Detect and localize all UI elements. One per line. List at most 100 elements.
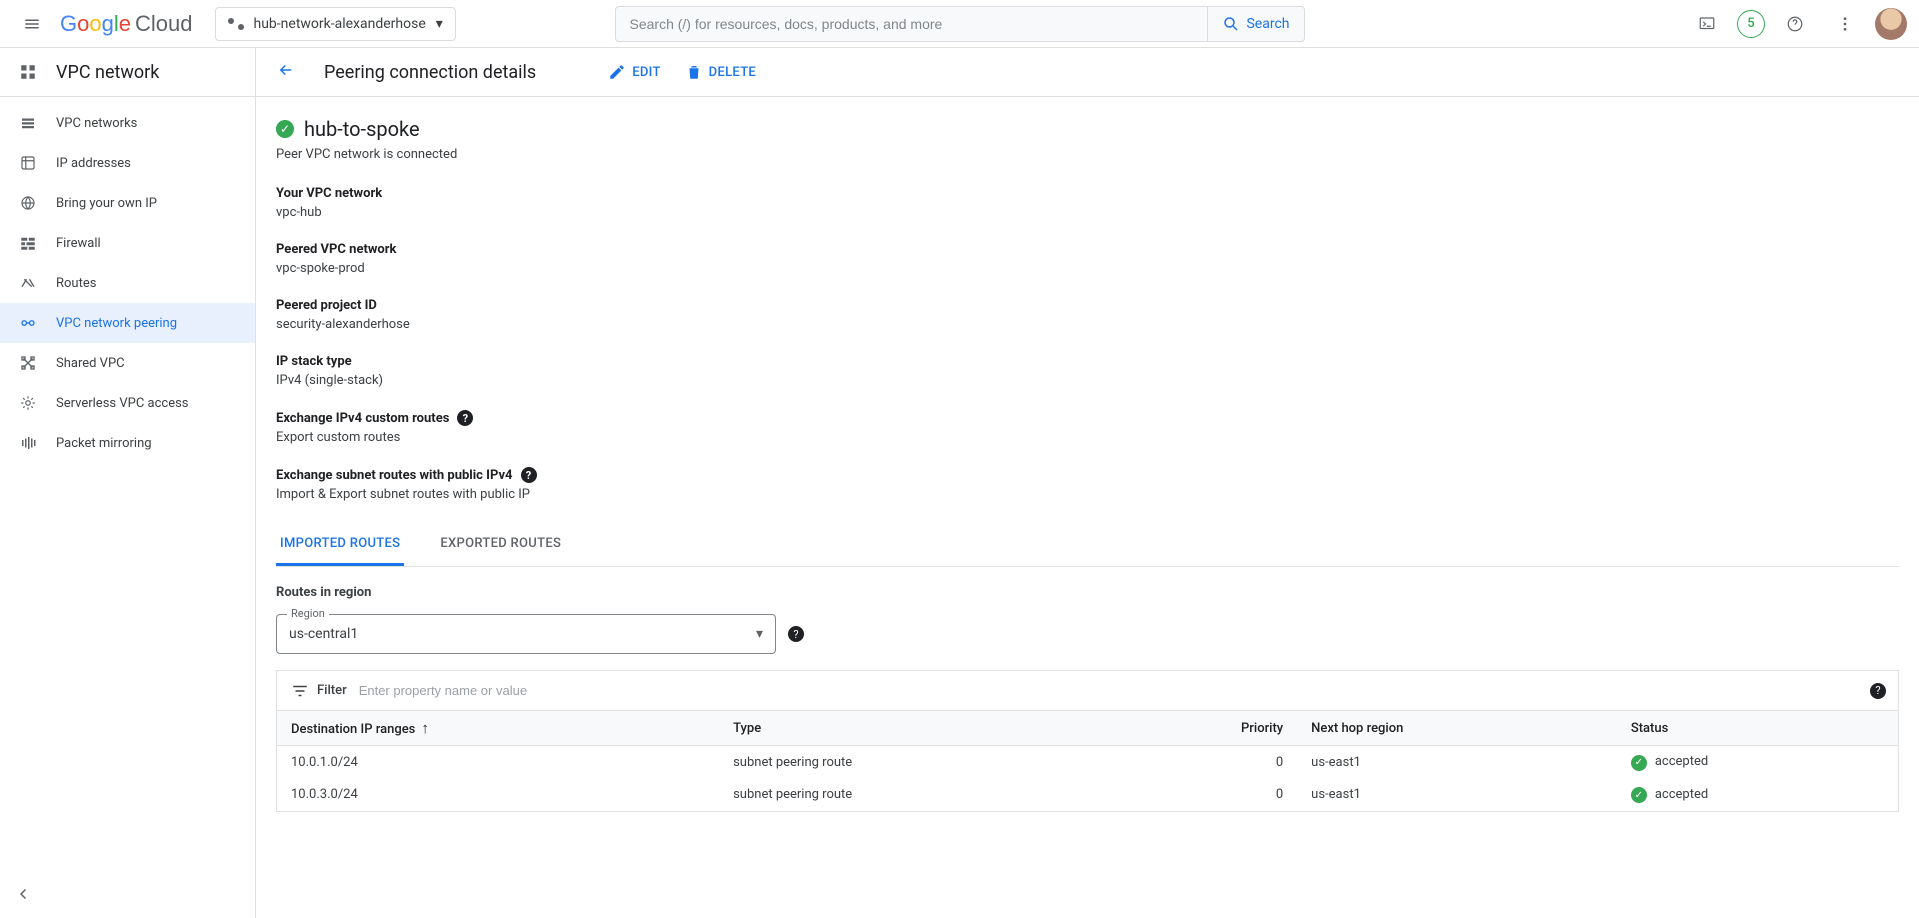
detail-field: Your VPC network vpc-hub bbox=[276, 186, 1899, 220]
filter-label-wrap: Filter bbox=[291, 682, 347, 700]
detail-field: Exchange subnet routes with public IPv4?… bbox=[276, 467, 1899, 502]
routes-table: Destination IP ranges↑TypePriorityNext h… bbox=[276, 710, 1899, 812]
hamburger-icon bbox=[23, 15, 41, 33]
search-button-label: Search bbox=[1246, 16, 1289, 32]
detail-field-value: Export custom routes bbox=[276, 430, 1899, 445]
main-pane: Peering connection details EDIT DELETE ✓… bbox=[256, 48, 1919, 918]
column-header[interactable]: Priority bbox=[1110, 711, 1297, 746]
column-header[interactable]: Type bbox=[719, 711, 1110, 746]
sidebar-item-routes[interactable]: Routes bbox=[0, 263, 255, 303]
cloud-shell-button[interactable] bbox=[1687, 4, 1727, 44]
help-icon[interactable]: ? bbox=[457, 410, 473, 426]
search-button[interactable]: Search bbox=[1207, 6, 1304, 42]
routes-icon bbox=[18, 274, 38, 292]
routes-in-region-heading: Routes in region bbox=[276, 585, 1899, 600]
byoip-icon bbox=[18, 194, 38, 212]
ip-addresses-icon bbox=[18, 154, 38, 172]
filter-help-icon[interactable]: ? bbox=[1870, 683, 1886, 699]
caret-down-icon: ▾ bbox=[756, 626, 763, 642]
left-nav-title: VPC network bbox=[0, 48, 255, 97]
peering-status-text: Peer VPC network is connected bbox=[276, 147, 1899, 162]
sidebar-item-ip-addresses[interactable]: IP addresses bbox=[0, 143, 255, 183]
table-row[interactable]: 10.0.3.0/24 subnet peering route 0 us-ea… bbox=[277, 779, 1899, 812]
sidebar-item-firewall[interactable]: Firewall bbox=[0, 223, 255, 263]
detail-field-value: Import & Export subnet routes with publi… bbox=[276, 487, 1899, 502]
edit-button[interactable]: EDIT bbox=[608, 63, 660, 81]
cell-type: subnet peering route bbox=[719, 746, 1110, 779]
help-icon[interactable]: ? bbox=[521, 467, 537, 483]
sidebar-item-label: Bring your own IP bbox=[56, 196, 157, 211]
page-content: ✓ hub-to-spoke Peer VPC network is conne… bbox=[256, 97, 1919, 852]
cell-type: subnet peering route bbox=[719, 779, 1110, 812]
help-icon bbox=[1786, 15, 1804, 33]
account-avatar[interactable] bbox=[1875, 8, 1907, 40]
filter-bar: Filter ? bbox=[276, 670, 1899, 710]
project-picker[interactable]: hub-network-alexanderhose ▾ bbox=[215, 7, 456, 41]
detail-field: Exchange IPv4 custom routes? Export cust… bbox=[276, 410, 1899, 445]
cell-dest: 10.0.1.0/24 bbox=[277, 746, 720, 779]
edit-icon bbox=[608, 63, 626, 81]
region-help-icon[interactable]: ? bbox=[788, 626, 804, 642]
peering-heading: ✓ hub-to-spoke bbox=[276, 117, 1899, 141]
delete-button[interactable]: DELETE bbox=[685, 63, 756, 81]
sidebar-item-label: VPC networks bbox=[56, 116, 137, 131]
column-header[interactable]: Status bbox=[1617, 711, 1899, 746]
sidebar-item-vpc-networks[interactable]: VPC networks bbox=[0, 103, 255, 143]
page-toolbar: Peering connection details EDIT DELETE bbox=[256, 48, 1919, 97]
serverless-icon bbox=[18, 394, 38, 412]
peering-icon bbox=[18, 314, 38, 332]
detail-field: IP stack type IPv4 (single-stack) bbox=[276, 354, 1899, 388]
more-vert-icon bbox=[1836, 15, 1854, 33]
sidebar-item-label: Firewall bbox=[56, 236, 101, 251]
cell-priority: 0 bbox=[1110, 746, 1297, 779]
cell-next-hop: us-east1 bbox=[1297, 746, 1617, 779]
caret-down-icon: ▾ bbox=[436, 16, 443, 32]
sidebar-item-serverless-vpc-access[interactable]: Serverless VPC access bbox=[0, 383, 255, 423]
detail-field-label: Exchange subnet routes with public IPv4? bbox=[276, 467, 1899, 483]
search-input[interactable] bbox=[615, 6, 1208, 42]
detail-field-label: Exchange IPv4 custom routes? bbox=[276, 410, 1899, 426]
column-header[interactable]: Next hop region bbox=[1297, 711, 1617, 746]
filter-icon bbox=[291, 682, 309, 700]
back-button[interactable] bbox=[272, 60, 300, 84]
cell-status: ✓accepted bbox=[1617, 779, 1899, 812]
cell-dest: 10.0.3.0/24 bbox=[277, 779, 720, 812]
detail-field-value: vpc-spoke-prod bbox=[276, 261, 1899, 276]
sidebar-item-vpc-network-peering[interactable]: VPC network peering bbox=[0, 303, 255, 343]
sidebar-item-packet-mirroring[interactable]: Packet mirroring bbox=[0, 423, 255, 463]
cloud-word: Cloud bbox=[135, 11, 192, 37]
help-button[interactable] bbox=[1775, 4, 1815, 44]
google-cloud-logo[interactable]: Google Cloud bbox=[60, 11, 193, 37]
free-trial-badge[interactable]: 5 bbox=[1737, 10, 1765, 38]
tab-exported-routes[interactable]: EXPORTED ROUTES bbox=[436, 524, 565, 566]
collapse-nav-button[interactable] bbox=[8, 878, 40, 910]
page-title: Peering connection details bbox=[324, 62, 536, 83]
filter-label: Filter bbox=[317, 683, 347, 698]
sidebar-item-shared-vpc[interactable]: Shared VPC bbox=[0, 343, 255, 383]
status-ok-icon: ✓ bbox=[1631, 787, 1647, 803]
table-row[interactable]: 10.0.1.0/24 subnet peering route 0 us-ea… bbox=[277, 746, 1899, 779]
mirroring-icon bbox=[18, 434, 38, 452]
detail-field-label: Peered project ID bbox=[276, 298, 1899, 313]
sidebar-item-label: Packet mirroring bbox=[56, 436, 152, 451]
status-ok-icon: ✓ bbox=[276, 120, 294, 138]
vpc-network-product-icon bbox=[18, 63, 38, 81]
project-icon bbox=[228, 16, 244, 32]
detail-field-value: IPv4 (single-stack) bbox=[276, 373, 1899, 388]
more-button[interactable] bbox=[1825, 4, 1865, 44]
cell-priority: 0 bbox=[1110, 779, 1297, 812]
global-search: Search bbox=[615, 6, 1305, 42]
detail-field-label: Peered VPC network bbox=[276, 242, 1899, 257]
region-select[interactable]: Region us-central1 ▾ bbox=[276, 614, 776, 654]
main-menu-button[interactable] bbox=[12, 4, 52, 44]
global-header: Google Cloud hub-network-alexanderhose ▾… bbox=[0, 0, 1919, 48]
shared-vpc-icon bbox=[18, 354, 38, 372]
free-trial-count: 5 bbox=[1747, 16, 1754, 31]
sort-asc-icon: ↑ bbox=[421, 719, 429, 737]
filter-input[interactable] bbox=[359, 683, 1884, 698]
vpc-networks-icon bbox=[18, 114, 38, 132]
sidebar-item-bring-your-own-ip[interactable]: Bring your own IP bbox=[0, 183, 255, 223]
firewall-icon bbox=[18, 234, 38, 252]
column-header[interactable]: Destination IP ranges↑ bbox=[277, 711, 720, 746]
tab-imported-routes[interactable]: IMPORTED ROUTES bbox=[276, 524, 404, 566]
